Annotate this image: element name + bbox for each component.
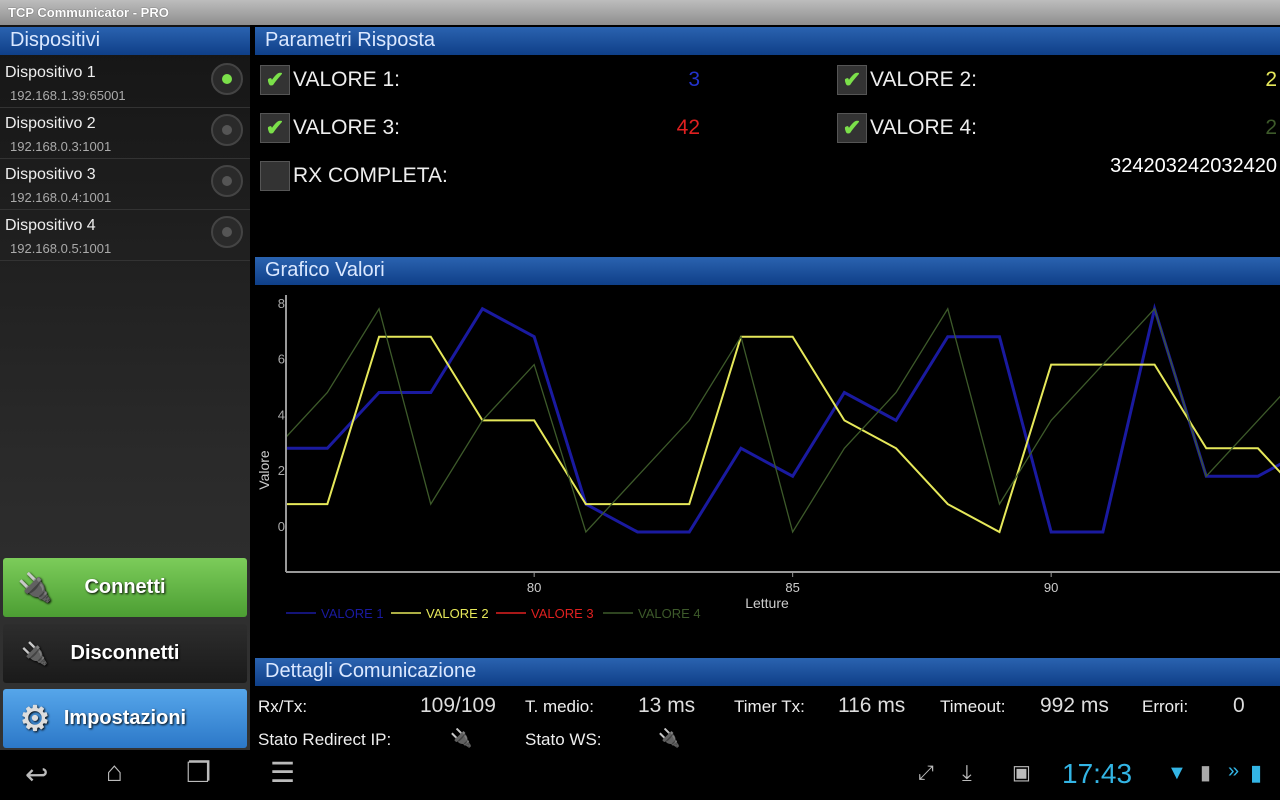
- valore1-label: VALORE 1:: [293, 68, 400, 91]
- rx-completa-label: RX COMPLETA:: [293, 164, 448, 187]
- x-tick-label: 85: [785, 580, 799, 595]
- valore2-label: VALORE 2:: [870, 68, 977, 91]
- valore2-value: 2: [1265, 68, 1277, 91]
- settings-label: Impostazioni: [63, 707, 187, 729]
- x-axis-label: Letture: [745, 595, 789, 611]
- timeout-value: 992 ms: [1040, 694, 1109, 717]
- rx-completa-value: 324203242032420: [1110, 155, 1277, 177]
- redirect-label: Stato Redirect IP:: [258, 730, 392, 749]
- x-tick-label: 80: [527, 580, 541, 595]
- legend-label: VALORE 2: [426, 606, 489, 621]
- y-tick-label: 6: [278, 352, 285, 367]
- valore3-value: 42: [676, 116, 700, 139]
- valore3-checkbox[interactable]: ✔: [260, 113, 290, 143]
- plug-icon: 🔌: [21, 641, 49, 666]
- details-header: Dettagli Comunicazione: [255, 658, 1280, 686]
- fullscreen-icon[interactable]: ⤢: [918, 762, 934, 785]
- rxtx-label: Rx/Tx:: [258, 697, 308, 716]
- device-item-1[interactable]: Dispositivo 1 192.168.1.39:65001: [0, 57, 250, 108]
- legend-label: VALORE 1: [321, 606, 384, 621]
- recent-apps-icon[interactable]: ❐: [186, 756, 211, 789]
- valore3-label: VALORE 3:: [293, 116, 400, 139]
- devices-header: Dispositivi: [0, 27, 250, 55]
- device-item-3[interactable]: Dispositivo 3 192.168.0.4:1001: [0, 159, 250, 210]
- legend-label: VALORE 3: [531, 606, 594, 621]
- disconnect-button[interactable]: 🔌 Disconnetti: [3, 624, 247, 683]
- plug-icon: 🔌: [658, 728, 681, 748]
- y-tick-label: 4: [278, 407, 285, 422]
- errors-label: Errori:: [1142, 697, 1189, 716]
- device-address: 192.168.1.39:65001: [10, 88, 126, 103]
- plug-connected-icon: 🔌: [17, 572, 53, 603]
- rx-completa-checkbox[interactable]: [260, 161, 290, 191]
- plug-icon: 🔌: [450, 728, 473, 748]
- image-icon[interactable]: ▣: [1012, 760, 1031, 785]
- valore2-checkbox[interactable]: ✔: [837, 65, 867, 95]
- valore4-checkbox[interactable]: ✔: [837, 113, 867, 143]
- back-icon[interactable]: ↩: [25, 758, 48, 791]
- sd-card-warning-icon: ▮: [1200, 762, 1212, 784]
- valore4-value: 2: [1265, 116, 1277, 139]
- disconnect-label: Disconnetti: [70, 642, 180, 664]
- download-icon[interactable]: ⤓: [962, 760, 972, 786]
- series-line-2: [286, 335, 1280, 534]
- connect-label: Connetti: [84, 576, 166, 598]
- params-header: Parametri Risposta: [255, 27, 1280, 55]
- valore1-value: 3: [688, 68, 700, 91]
- valore1-checkbox[interactable]: ✔: [260, 65, 290, 95]
- y-tick-label: 0: [278, 519, 285, 534]
- device-address: 192.168.0.4:1001: [10, 190, 112, 205]
- device-radio[interactable]: [211, 216, 243, 248]
- series-line-1: [286, 303, 1280, 534]
- settings-button[interactable]: ⚙ Impostazioni: [3, 689, 247, 748]
- tmedio-label: T. medio:: [525, 697, 594, 716]
- rxtx-value: 109/109: [420, 694, 496, 717]
- device-address: 192.168.0.3:1001: [10, 139, 112, 154]
- device-address: 192.168.0.5:1001: [10, 241, 112, 256]
- valore4-label: VALORE 4:: [870, 116, 977, 139]
- timer-label: Timer Tx:: [734, 697, 805, 716]
- legend-label: VALORE 4: [638, 606, 701, 621]
- more-icon: »: [1228, 760, 1240, 782]
- connect-button[interactable]: 🔌 Connetti: [3, 558, 247, 617]
- device-name: Dispositivo 3: [5, 166, 96, 183]
- timer-value: 116 ms: [838, 694, 906, 717]
- device-radio[interactable]: [211, 165, 243, 197]
- y-axis-label: Valore: [256, 450, 272, 490]
- system-navbar: ↩ ⌂ ❐ ☰ ⤢ ⤓ ▣ 17:43 ▼ ▮ » ▮: [0, 750, 1280, 800]
- chart-header: Grafico Valori: [255, 257, 1280, 285]
- y-tick-label: 2: [278, 463, 285, 478]
- gear-icon: ⚙: [19, 700, 51, 738]
- device-name: Dispositivo 1: [5, 64, 96, 81]
- timeout-label: Timeout:: [940, 697, 1006, 716]
- clock: 17:43: [1062, 758, 1133, 789]
- errors-value: 0: [1233, 694, 1245, 717]
- tmedio-value: 13 ms: [638, 694, 696, 717]
- home-icon[interactable]: ⌂: [106, 756, 123, 788]
- device-item-4[interactable]: Dispositivo 4 192.168.0.5:1001: [0, 210, 250, 261]
- device-radio-selected[interactable]: [211, 63, 243, 95]
- y-tick-label: 8: [278, 296, 285, 311]
- device-name: Dispositivo 2: [5, 115, 96, 132]
- line-chart: 80 85 90 0 2 4 6 8 Valore Letture VALORE 1 VALOR…: [256, 295, 1280, 621]
- battery-icon: ▮: [1250, 760, 1263, 785]
- ws-label: Stato WS:: [525, 730, 602, 749]
- wifi-icon: ▼: [1167, 762, 1187, 784]
- x-tick-label: 90: [1044, 580, 1058, 595]
- device-radio[interactable]: [211, 114, 243, 146]
- device-item-2[interactable]: Dispositivo 2 192.168.0.3:1001: [0, 108, 250, 159]
- window-title: TCP Communicator - PRO: [0, 0, 1280, 25]
- menu-icon[interactable]: ☰: [270, 756, 295, 789]
- device-name: Dispositivo 4: [5, 217, 96, 234]
